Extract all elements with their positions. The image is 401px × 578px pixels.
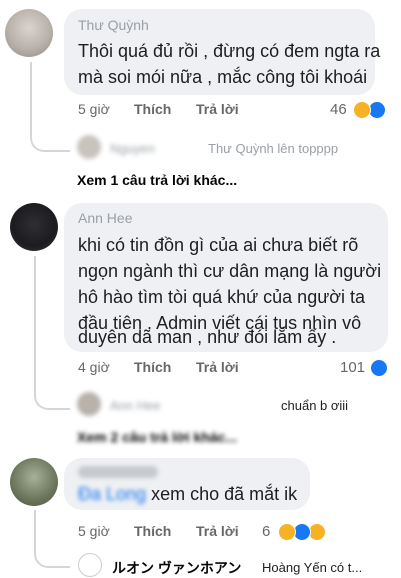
comment-text-line: hô hào tìm tòi quá khứ của người ta	[78, 287, 366, 307]
avatar[interactable]	[10, 203, 58, 251]
mention-link[interactable]: Đa Long	[78, 484, 146, 504]
haha-icon	[353, 101, 371, 119]
avatar[interactable]	[77, 135, 101, 159]
like-button[interactable]: Thích	[134, 523, 171, 539]
reply-text: chuẩn b ơiii	[281, 398, 349, 413]
reply-button[interactable]: Trả lời	[196, 359, 239, 375]
view-more-replies[interactable]: Xem 2 câu trả lời khác...	[77, 429, 237, 445]
comment-author[interactable]: Thư Quỳnh	[78, 17, 149, 33]
reply-button[interactable]: Trả lời	[196, 523, 239, 539]
comment-text: Đa Long xem cho đã mắt ik	[78, 481, 297, 507]
view-more-replies[interactable]: Xem 1 câu trả lời khác...	[77, 172, 237, 188]
reply-text: Thư Quỳnh lên topppp	[208, 141, 339, 156]
comment-text-line: duyên dã man , như đói lắm ấy .	[78, 327, 337, 347]
like-button[interactable]: Thích	[134, 359, 171, 375]
avatar[interactable]	[10, 458, 58, 506]
avatar[interactable]	[77, 392, 101, 416]
reply-author[interactable]: ルオン ヴァンホアン	[112, 558, 241, 578]
comment-author[interactable]: Ann Hee	[78, 210, 132, 226]
reaction-count[interactable]: 101	[340, 359, 365, 376]
reaction-count[interactable]: 46	[330, 101, 347, 118]
comment-author[interactable]	[78, 466, 158, 478]
reply-author[interactable]: Nguyen	[110, 141, 155, 156]
comment-text-line: khi có tin đồn gì của ai chưa biết rõ	[78, 235, 359, 255]
like-button[interactable]: Thích	[134, 101, 171, 117]
reply-thread-line	[34, 510, 70, 568]
haha-icon	[278, 523, 296, 541]
comment-text-line: ngọn ngành thì cư dân mạng là người	[78, 261, 382, 281]
avatar[interactable]	[78, 553, 102, 577]
reaction-count[interactable]: 6	[262, 523, 270, 540]
reply-author[interactable]: Ann Hee	[110, 398, 161, 413]
comment-text-line: mà soi mói nữa , mắc công tôi khoái	[78, 67, 368, 87]
comment-time[interactable]: 4 giờ	[78, 359, 110, 375]
comment-text-line: Thôi quá đủ rồi , đừng có đem ngta ra	[78, 41, 381, 61]
reply-thread-line	[30, 62, 70, 152]
comment-text-body: xem cho đã mắt ik	[151, 484, 298, 504]
comment-actions: 4 giờ Thích Trả lời	[78, 359, 378, 379]
reply-thread-line	[34, 256, 70, 410]
like-icon	[370, 359, 388, 377]
comment-time[interactable]: 5 giờ	[78, 101, 110, 117]
reply-text: Hoàng Yến có t...	[262, 560, 363, 575]
avatar[interactable]	[5, 9, 53, 57]
comment-time[interactable]: 5 giờ	[78, 523, 110, 539]
reply-button[interactable]: Trả lời	[196, 101, 239, 117]
